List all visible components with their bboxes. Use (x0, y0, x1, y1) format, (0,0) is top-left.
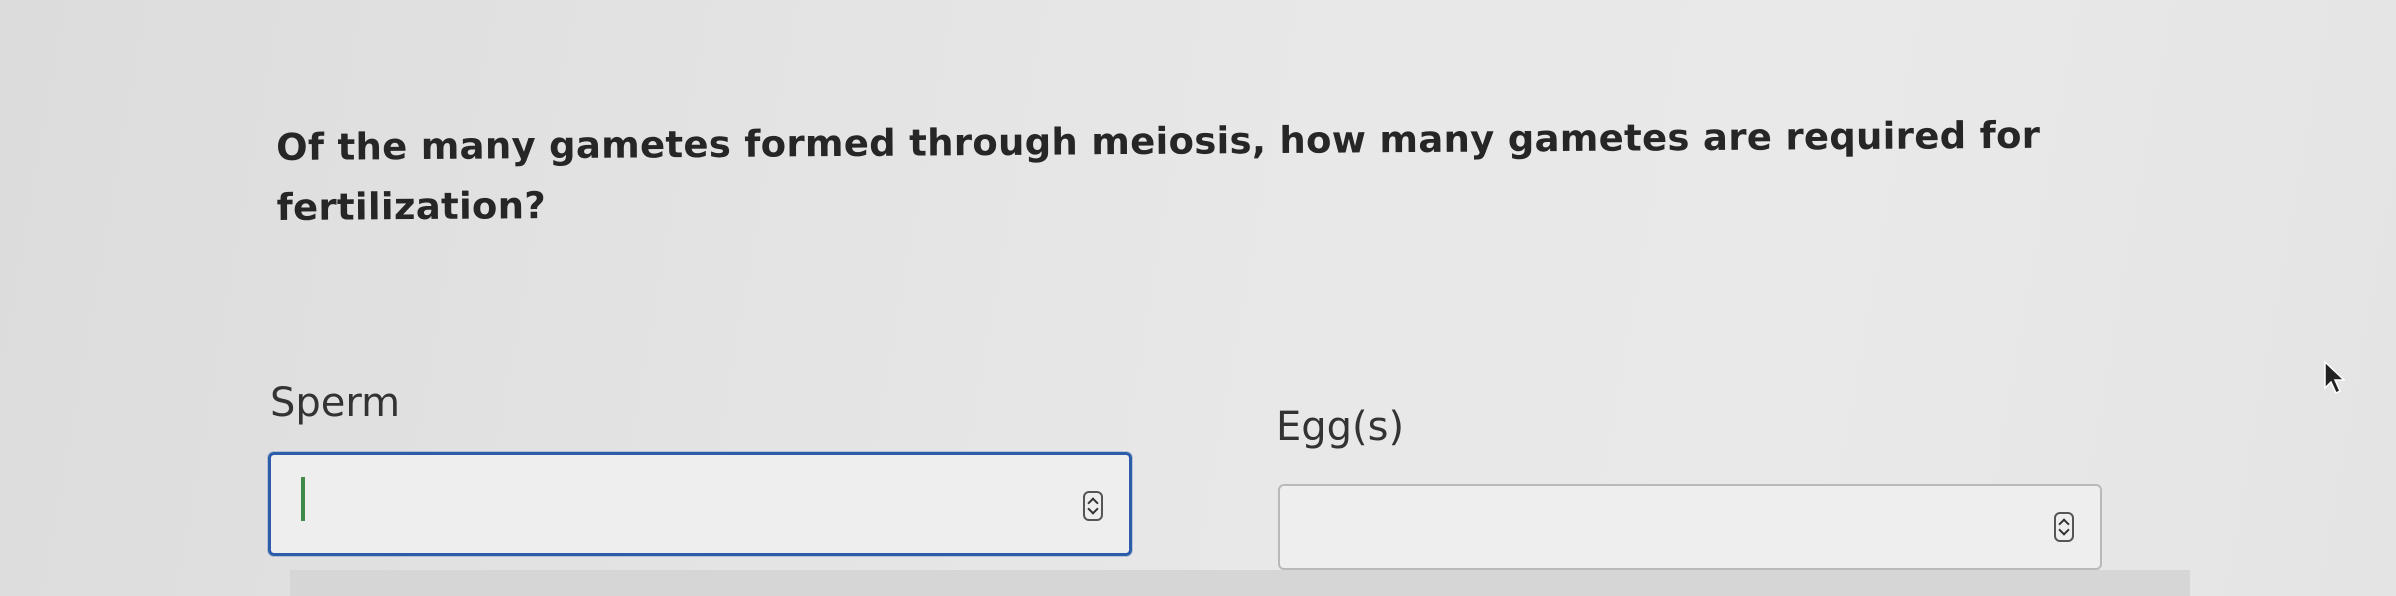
sperm-label: Sperm (270, 380, 401, 426)
question-text: Of the many gametes formed through meios… (276, 113, 2041, 229)
bottom-panel-edge (290, 570, 2190, 596)
eggs-number-input[interactable] (1278, 484, 2102, 570)
up-down-chevron-icon[interactable] (1083, 491, 1103, 521)
text-caret (301, 477, 305, 521)
up-down-chevron-icon[interactable] (2054, 512, 2074, 542)
mouse-pointer-icon (2324, 360, 2346, 395)
sperm-number-input[interactable] (268, 452, 1132, 556)
eggs-label: Egg(s) (1276, 404, 1405, 450)
